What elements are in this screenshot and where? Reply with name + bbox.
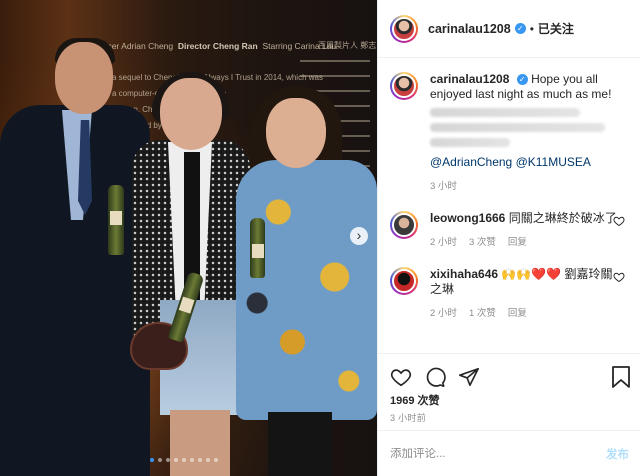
post-photo[interactable]: ducer Adrian Cheng Director Cheng Ran St… [0,0,377,476]
add-comment-bar: 发布 [378,430,640,476]
carousel-dot [158,458,162,462]
carousel-dot [182,458,186,462]
carousel-dot [206,458,210,462]
likes-count[interactable]: 1969 次赞 [390,392,440,408]
carousel-dot [166,458,170,462]
comment-time: 2 小时 [430,308,457,319]
author-username[interactable]: carinalau1208 [428,22,511,36]
caption-username[interactable]: carinalau1208 [430,72,509,86]
header-separator: • [529,21,534,36]
heart-icon[interactable] [613,215,625,227]
woman-right-face [266,98,326,168]
comment-likes[interactable]: 1 次赞 [469,306,496,321]
carousel-dot [150,458,154,462]
caption-time: 3 小时 [430,181,457,192]
comment-username[interactable]: xixihaha646 [430,267,498,281]
comment-item: xixihaha646 🙌🙌❤️❤️ 劉嘉玲關之琳 2 小时 1 次赞 回复 [390,267,629,321]
post-timestamp: 3 小时前 [390,413,427,423]
commenter-avatar[interactable] [390,211,418,239]
carousel-dot [214,458,218,462]
comment-item: leowong1666 同關之琳終於破冰了 2 小时 3 次赞 回复 [390,211,629,250]
reply-button[interactable]: 回复 [508,235,527,250]
champagne-bottle [108,185,124,255]
verified-badge-icon: ✓ [516,74,528,85]
comment-username[interactable]: leowong1666 [430,211,505,225]
bookmark-icon[interactable] [611,366,631,388]
comment-time: 2 小时 [430,237,457,248]
verified-badge-icon: ✓ [514,23,526,34]
carousel-dot [190,458,194,462]
caption: carinalau1208 ✓ Hope you all enjoyed las… [390,72,629,194]
man-face [55,42,113,114]
carousel-dot [198,458,202,462]
blurred-text [430,123,605,132]
share-paper-plane-icon[interactable] [458,366,480,388]
post-side-panel: carinalau1208 ✓ • 已关注 carinalau1208 ✓ Ho… [377,0,640,476]
reply-button[interactable]: 回复 [508,306,527,321]
poster-credits: ducer Adrian Cheng Director Cheng Ran St… [98,41,337,51]
woman-right-legs [268,412,332,476]
carousel-dots [150,458,218,462]
champagne-bottle [250,218,265,278]
comment-likes[interactable]: 3 次赞 [469,235,496,250]
carousel-next-button[interactable]: › [350,227,368,245]
caption-avatar[interactable] [390,72,418,100]
woman-center-face [160,78,222,150]
commenter-avatar[interactable] [390,267,418,295]
blurred-text [430,108,580,117]
heart-icon[interactable] [613,271,625,283]
comment-text: 同關之琳終於破冰了 [508,211,617,225]
woman-right-dress [236,160,377,420]
post-header: carinalau1208 ✓ • 已关注 [378,0,640,58]
add-comment-input[interactable] [390,447,606,460]
author-avatar[interactable] [390,14,418,43]
chevron-right-icon: › [356,227,362,243]
like-heart-icon[interactable] [390,366,412,388]
caption-mentions[interactable]: @AdrianCheng @K11MUSEA [430,155,620,170]
comment-emoji: 🙌🙌❤️❤️ [501,267,562,281]
blurred-text [430,138,510,147]
woman-center-legs [170,410,230,476]
post-comment-button[interactable]: 发布 [606,446,629,462]
comment-bubble-icon[interactable] [424,366,446,388]
carousel-dot [174,458,178,462]
comments-section[interactable]: carinalau1208 ✓ Hope you all enjoyed las… [378,58,640,353]
following-button[interactable]: 已关注 [538,20,574,37]
poster-cjk-header: 百周製片人 鄭志 [318,41,377,50]
